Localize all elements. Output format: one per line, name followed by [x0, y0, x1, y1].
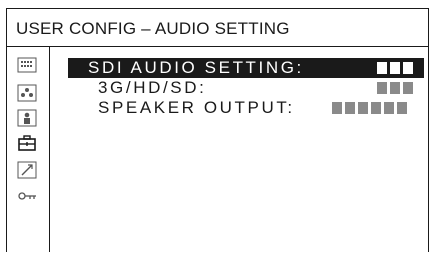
menu-item-label: SDI AUDIO SETTING:	[88, 58, 304, 77]
value-indicator	[332, 102, 407, 114]
menu-item-label: SPEAKER OUTPUT:	[98, 98, 295, 117]
menu-item-speaker-output[interactable]: SPEAKER OUTPUT:	[68, 98, 424, 118]
value-block	[371, 102, 381, 114]
title-bar: USER CONFIG – AUDIO SETTING	[6, 9, 429, 47]
value-block	[390, 62, 400, 74]
key-icon[interactable]	[17, 187, 37, 205]
people-icon[interactable]	[17, 84, 37, 102]
menu-item-3g-hd-sd[interactable]: 3G/HD/SD:	[68, 78, 424, 98]
value-block	[384, 102, 394, 114]
menu-item-sdi-audio-setting[interactable]: SDI AUDIO SETTING:	[68, 58, 424, 78]
value-block	[397, 102, 407, 114]
value-block	[403, 82, 413, 94]
page-title: USER CONFIG – AUDIO SETTING	[16, 19, 290, 38]
value-indicator	[377, 82, 413, 94]
sidebar	[6, 47, 50, 252]
pen-icon[interactable]	[17, 161, 37, 179]
menu-item-label: 3G/HD/SD:	[98, 78, 207, 97]
grid-icon[interactable]	[17, 56, 37, 74]
value-block	[390, 82, 400, 94]
person-icon[interactable]	[17, 109, 37, 127]
toolbox-icon[interactable]	[17, 134, 37, 152]
value-indicator	[377, 62, 413, 74]
value-block	[332, 102, 342, 114]
value-block	[377, 62, 387, 74]
value-block	[345, 102, 355, 114]
value-block	[403, 62, 413, 74]
value-block	[377, 82, 387, 94]
value-block	[358, 102, 368, 114]
